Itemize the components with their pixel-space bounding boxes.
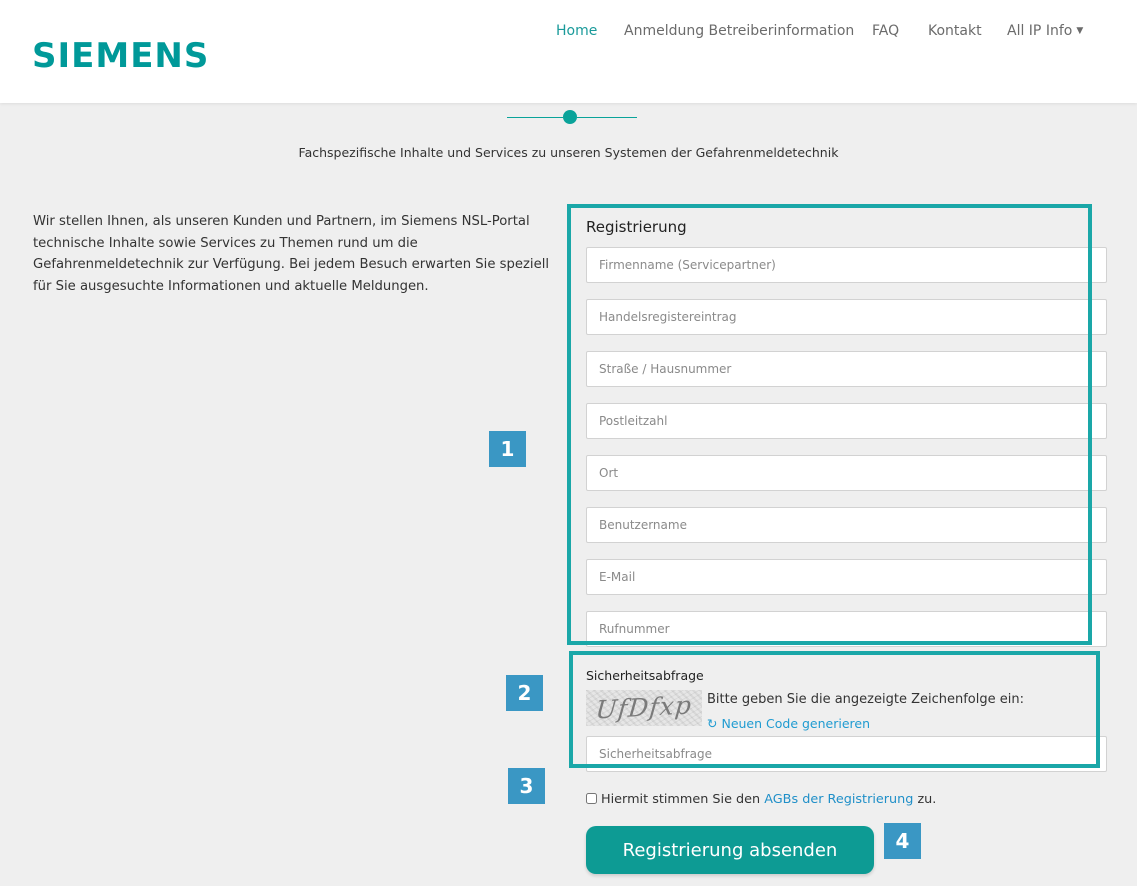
page-subtitle: Fachspezifische Inhalte und Services zu …: [298, 145, 839, 160]
main-nav: Home Anmeldung Betreiberinformation FAQ …: [0, 23, 1137, 43]
agb-link[interactable]: AGBs der Registrierung: [764, 792, 913, 807]
annotation-badge-2: 2: [506, 675, 543, 711]
nav-faq[interactable]: FAQ: [872, 23, 899, 39]
annotation-badge-1: 1: [489, 431, 526, 467]
agb-consent[interactable]: Hiermit stimmen Sie den AGBs der Registr…: [586, 792, 936, 807]
intro-text: Wir stellen Ihnen, als unseren Kunden un…: [33, 214, 550, 294]
annotation-badge-4: 4: [884, 823, 921, 859]
divider-dot: [563, 110, 577, 124]
agb-checkbox[interactable]: [586, 793, 597, 804]
annotation-box-1: [567, 204, 1092, 645]
nav-kontakt[interactable]: Kontakt: [928, 23, 982, 39]
divider-line-left: [507, 117, 563, 118]
nav-anmeldung-betreiberinformation[interactable]: Anmeldung Betreiberinformation: [624, 23, 854, 39]
nav-all-ip-info[interactable]: All IP Info ▼: [1007, 23, 1083, 39]
annotation-badge-3: 3: [508, 768, 545, 804]
nav-home[interactable]: Home: [556, 23, 597, 39]
annotation-box-2: [569, 651, 1100, 768]
agb-suffix: zu.: [917, 792, 937, 807]
submit-registration-button[interactable]: Registrierung absenden: [586, 826, 874, 874]
caret-down-icon: ▼: [1076, 26, 1084, 36]
agb-prefix: Hiermit stimmen Sie den: [601, 792, 761, 807]
site-header: SIEMENS Home Anmeldung Betreiberinformat…: [0, 0, 1137, 103]
nav-all-ip-info-label: All IP Info: [1007, 23, 1073, 39]
divider-line-right: [577, 117, 637, 118]
